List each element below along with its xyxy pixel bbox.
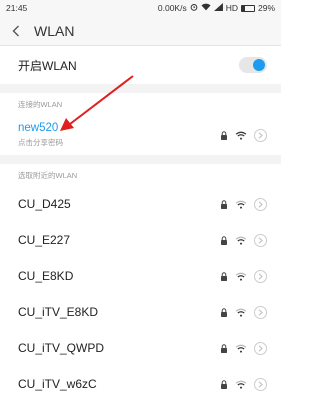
lock-icon bbox=[220, 130, 228, 140]
network-details-button[interactable] bbox=[254, 377, 267, 391]
lock-icon bbox=[220, 379, 228, 389]
network-name: CU_iTV_E8KD bbox=[18, 305, 99, 319]
lock-icon bbox=[220, 343, 228, 353]
section-divider bbox=[0, 84, 281, 93]
network-details-button[interactable] bbox=[254, 197, 267, 211]
status-speed: 0.00K/s bbox=[157, 3, 187, 13]
wlan-toggle-switch[interactable] bbox=[239, 57, 267, 73]
nearby-network-row[interactable]: CU_D425 bbox=[0, 186, 281, 222]
network-details-button[interactable] bbox=[254, 128, 267, 142]
wifi-signal-icon bbox=[235, 236, 247, 245]
wifi-signal-icon bbox=[235, 308, 247, 317]
network-details-button[interactable] bbox=[254, 269, 267, 283]
network-details-button[interactable] bbox=[254, 233, 267, 247]
network-name: CU_iTV_QWPD bbox=[18, 341, 105, 355]
back-button[interactable] bbox=[8, 23, 24, 39]
wifi-signal-icon bbox=[235, 344, 247, 353]
wifi-signal-icon bbox=[235, 380, 247, 389]
nearby-network-row[interactable]: CU_iTV_w6zC bbox=[0, 366, 281, 400]
network-name: CU_E8KD bbox=[18, 269, 74, 283]
signal-icon bbox=[213, 3, 223, 13]
status-time: 21:45 bbox=[6, 3, 28, 13]
nearby-network-list: CU_D425 CU_E227 CU_E8KD CU_iTV_E8KD CU_iTV_Q… bbox=[0, 186, 281, 400]
title-bar: WLAN bbox=[0, 16, 281, 46]
nearby-section-header: 选取附近的WLAN bbox=[0, 164, 281, 186]
chevron-left-icon bbox=[12, 25, 19, 36]
nearby-network-row[interactable]: CU_E227 bbox=[0, 222, 281, 258]
wifi-signal-icon bbox=[235, 131, 247, 140]
chevron-right-icon bbox=[258, 131, 263, 139]
wifi-status-icon bbox=[201, 3, 211, 13]
wifi-signal-icon bbox=[235, 200, 247, 209]
wifi-signal-icon bbox=[235, 272, 247, 281]
alarm-icon bbox=[190, 3, 198, 13]
lock-icon bbox=[220, 199, 228, 209]
network-name: CU_D425 bbox=[18, 197, 71, 211]
wlan-toggle-row[interactable]: 开启WLAN bbox=[0, 46, 281, 84]
battery-level bbox=[241, 5, 246, 11]
status-indicators: 0.00K/s HD 29% bbox=[158, 3, 275, 13]
network-name: CU_iTV_w6zC bbox=[18, 377, 97, 391]
toggle-knob bbox=[253, 59, 265, 71]
nearby-network-row[interactable]: CU_E8KD bbox=[0, 258, 281, 294]
page-title: WLAN bbox=[34, 22, 75, 39]
battery-percent: 29% bbox=[257, 3, 275, 13]
lock-icon bbox=[220, 235, 228, 245]
network-details-button[interactable] bbox=[254, 341, 267, 355]
network-type: HD bbox=[225, 3, 238, 13]
nearby-network-row[interactable]: CU_iTV_QWPD bbox=[0, 330, 281, 366]
nearby-network-row[interactable]: CU_iTV_E8KD bbox=[0, 294, 281, 330]
section-divider bbox=[0, 155, 281, 164]
status-bar: 21:45 0.00K/s HD 29% bbox=[0, 0, 281, 16]
network-name: CU_E227 bbox=[18, 233, 71, 247]
lock-icon bbox=[220, 271, 228, 281]
lock-icon bbox=[220, 307, 228, 317]
battery-icon bbox=[240, 4, 255, 12]
network-details-button[interactable] bbox=[254, 305, 267, 319]
wlan-toggle-label: 开启WLAN bbox=[18, 58, 77, 73]
connected-network-name: new520 bbox=[18, 122, 59, 134]
share-password-hint[interactable]: 点击分享密码 bbox=[18, 137, 63, 148]
connected-section-header: 连接的WLAN bbox=[0, 93, 281, 115]
connected-network-row[interactable]: new520 点击分享密码 bbox=[0, 115, 281, 155]
